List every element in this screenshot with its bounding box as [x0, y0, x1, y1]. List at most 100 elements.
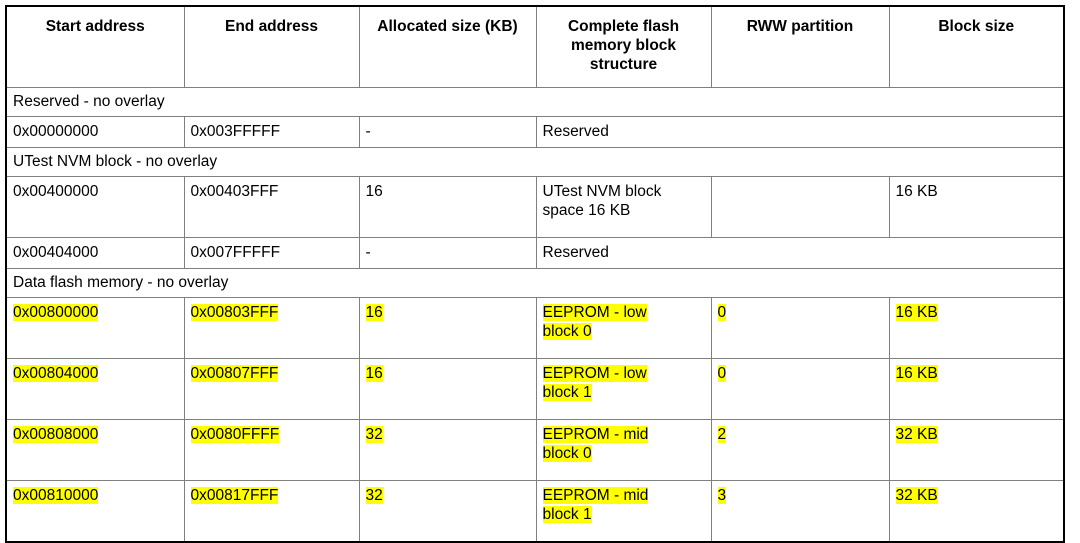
cell-block-structure: EEPROM - mid block 1 [535, 480, 712, 543]
table-body: Reserved - no overlay 0x00000000 0x003FFFF… [5, 87, 1065, 543]
cell-value: 16 [365, 304, 383, 321]
cell-value: 0x00807FFF [190, 365, 279, 382]
cell-allocated-size: - [358, 237, 537, 269]
cell-value: 0x003FFFFF [190, 123, 281, 140]
cell-value: 0x00404000 [13, 244, 99, 261]
cell-rww-partition: 0 [710, 358, 890, 420]
column-header-rww-partition: RWW partition [710, 5, 890, 88]
cell-value: - [365, 244, 371, 261]
cell-block-structure: EEPROM - low block 1 [535, 358, 712, 420]
cell-value: 0x00808000 [13, 426, 99, 443]
cell-end-address: 0x003FFFFF [183, 116, 360, 148]
cell-block-structure: Reserved [535, 116, 1065, 148]
cell-value: - [365, 123, 371, 140]
cell-value: EEPROM - low block 0 [542, 304, 647, 340]
cell-allocated-size: 16 [358, 176, 537, 238]
section-header-row: Reserved - no overlay [5, 87, 1065, 117]
cell-value: 16 [365, 183, 383, 200]
column-header-label: Block size [938, 18, 1015, 35]
cell-value: 0x007FFFFF [190, 244, 281, 261]
cell-value: 0x00817FFF [190, 487, 279, 504]
cell-rww-partition: 2 [710, 419, 890, 481]
cell-end-address: 0x007FFFFF [183, 237, 360, 269]
cell-start-address: 0x00804000 [5, 358, 185, 420]
table-row: 0x00804000 0x00807FFF 16 EEPROM - low block… [5, 358, 1065, 420]
column-header-end-address: End address [183, 5, 360, 88]
cell-block-structure: UTest NVM block space 16 KB [535, 176, 712, 238]
section-header-label: UTest NVM block - no overlay [13, 153, 218, 170]
table-row: 0x00000000 0x003FFFFF - Reserved [5, 116, 1065, 148]
table-row: 0x00400000 0x00403FFF 16 UTest NVM block sp… [5, 176, 1065, 238]
table-row: 0x00404000 0x007FFFFF - Reserved [5, 237, 1065, 269]
cell-value: 16 KB [895, 183, 938, 200]
cell-block-structure: EEPROM - mid block 0 [535, 419, 712, 481]
cell-value: 0 [717, 304, 727, 321]
column-header-label: Start address [45, 18, 145, 35]
section-header-row: UTest NVM block - no overlay [5, 147, 1065, 177]
table-row: 0x00800000 0x00803FFF 16 EEPROM - low block… [5, 297, 1065, 359]
cell-allocated-size: 32 [358, 419, 537, 481]
section-header-label: Reserved - no overlay [13, 93, 165, 110]
cell-start-address: 0x00000000 [5, 116, 185, 148]
flash-memory-map-table: Start address End address Allocated size (… [5, 5, 1065, 543]
cell-value: EEPROM - mid block 1 [542, 487, 649, 523]
cell-start-address: 0x00800000 [5, 297, 185, 359]
cell-allocated-size: 16 [358, 297, 537, 359]
cell-allocated-size: - [358, 116, 537, 148]
cell-value: 32 [365, 426, 383, 443]
cell-value: EEPROM - low block 1 [542, 365, 647, 401]
cell-value: EEPROM - mid block 0 [542, 426, 649, 462]
cell-allocated-size: 32 [358, 480, 537, 543]
section-header-cell: Data flash memory - no overlay [5, 268, 1065, 298]
cell-value: 2 [717, 426, 727, 443]
cell-value: 32 KB [895, 487, 938, 504]
cell-value: 3 [717, 487, 727, 504]
cell-value: Reserved [542, 123, 609, 140]
section-header-row: Data flash memory - no overlay [5, 268, 1065, 298]
cell-value: 0x00000000 [13, 123, 99, 140]
cell-end-address: 0x00807FFF [183, 358, 360, 420]
cell-rww-partition [710, 176, 890, 238]
cell-end-address: 0x0080FFFF [183, 419, 360, 481]
column-header-label: Complete flash memory block structure [567, 18, 680, 73]
column-header-label: RWW partition [746, 18, 854, 35]
cell-value: 16 KB [895, 365, 938, 382]
cell-allocated-size: 16 [358, 358, 537, 420]
header-row: Start address End address Allocated size (… [5, 5, 1065, 88]
cell-value: 0x00400000 [13, 183, 99, 200]
cell-block-size: 16 KB [888, 297, 1065, 359]
cell-end-address: 0x00803FFF [183, 297, 360, 359]
column-header-label: End address [224, 18, 319, 35]
cell-start-address: 0x00400000 [5, 176, 185, 238]
cell-block-size: 32 KB [888, 419, 1065, 481]
cell-value: 0x0080FFFF [190, 426, 280, 443]
column-header-block-size: Block size [888, 5, 1065, 88]
cell-value: 0x00800000 [13, 304, 99, 321]
section-header-cell: UTest NVM block - no overlay [5, 147, 1065, 177]
cell-start-address: 0x00404000 [5, 237, 185, 269]
cell-value: 0x00803FFF [190, 304, 279, 321]
cell-value: 0x00804000 [13, 365, 99, 382]
cell-end-address: 0x00817FFF [183, 480, 360, 543]
cell-value: 0 [717, 365, 727, 382]
cell-value: UTest NVM block space 16 KB [542, 183, 662, 219]
cell-block-size: 16 KB [888, 176, 1065, 238]
cell-value: 32 [365, 487, 383, 504]
cell-value: 32 KB [895, 426, 938, 443]
column-header-start-address: Start address [5, 5, 185, 88]
table-row: 0x00810000 0x00817FFF 32 EEPROM - mid block… [5, 480, 1065, 543]
cell-value: 16 KB [895, 304, 938, 321]
cell-block-structure: EEPROM - low block 0 [535, 297, 712, 359]
cell-value: 16 [365, 365, 383, 382]
cell-rww-partition: 3 [710, 480, 890, 543]
section-header-label: Data flash memory - no overlay [13, 274, 229, 291]
cell-start-address: 0x00808000 [5, 419, 185, 481]
cell-end-address: 0x00403FFF [183, 176, 360, 238]
table-row: 0x00808000 0x0080FFFF 32 EEPROM - mid block… [5, 419, 1065, 481]
column-header-allocated-size: Allocated size (KB) [358, 5, 537, 88]
table-header: Start address End address Allocated size (… [5, 5, 1065, 88]
cell-value: 0x00403FFF [190, 183, 279, 200]
cell-rww-partition: 0 [710, 297, 890, 359]
section-header-cell: Reserved - no overlay [5, 87, 1065, 117]
column-header-label: Allocated size (KB) [377, 18, 518, 35]
